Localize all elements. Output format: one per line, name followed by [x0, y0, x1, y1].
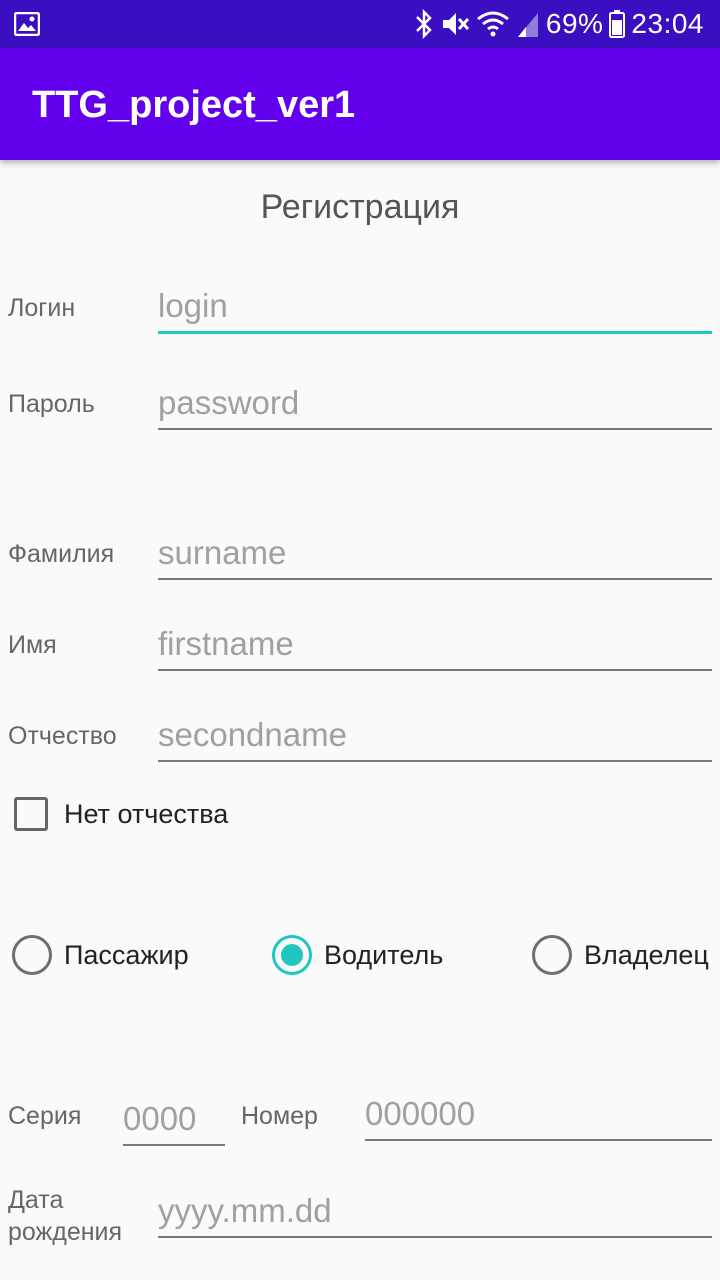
surname-placeholder: surname	[158, 534, 287, 571]
login-field[interactable]: login	[158, 284, 712, 334]
radio-passenger[interactable]: Пассажир	[12, 934, 189, 976]
mute-icon	[440, 9, 470, 39]
status-bar: 69% 23:04	[0, 0, 720, 48]
firstname-label: Имя	[8, 631, 57, 659]
series-field[interactable]: 0000	[123, 1096, 225, 1146]
series-label: Серия	[8, 1102, 82, 1130]
password-field[interactable]: password	[158, 380, 712, 430]
secondname-placeholder: secondname	[158, 716, 347, 753]
number-placeholder: 000000	[365, 1095, 476, 1132]
number-field[interactable]: 000000	[365, 1091, 712, 1141]
radio-passenger-label[interactable]: Пассажир	[64, 940, 189, 971]
radio-passenger-button[interactable]	[12, 935, 52, 975]
birthdate-field[interactable]: yyyy.mm.dd	[158, 1188, 712, 1238]
no-secondname-checkbox-row[interactable]: Нет отчества	[14, 794, 228, 834]
battery-percent: 69%	[545, 8, 604, 39]
birthdate-label-line1: Дата	[8, 1186, 64, 1214]
app-title: TTG_project_ver1	[32, 84, 356, 126]
page-title: Регистрация	[260, 188, 460, 226]
no-secondname-label[interactable]: Нет отчества	[64, 799, 228, 830]
radio-owner[interactable]: Владелец	[532, 934, 709, 976]
wifi-icon	[476, 9, 510, 39]
signal-icon	[516, 9, 540, 39]
birthdate-placeholder: yyyy.mm.dd	[158, 1192, 332, 1229]
radio-owner-label[interactable]: Владелец	[584, 940, 709, 971]
radio-owner-button[interactable]	[532, 935, 572, 975]
radio-driver-button[interactable]	[272, 935, 312, 975]
radio-driver[interactable]: Водитель	[272, 934, 443, 976]
firstname-placeholder: firstname	[158, 625, 294, 662]
firstname-field[interactable]: firstname	[158, 621, 712, 671]
password-placeholder: password	[158, 384, 300, 421]
password-label: Пароль	[8, 390, 95, 418]
app-bar: TTG_project_ver1	[0, 48, 720, 160]
secondname-field[interactable]: secondname	[158, 712, 712, 762]
secondname-label: Отчество	[8, 722, 117, 750]
surname-field[interactable]: surname	[158, 530, 712, 580]
no-secondname-checkbox[interactable]	[14, 797, 48, 831]
login-placeholder: login	[158, 287, 228, 324]
login-label: Логин	[8, 294, 76, 322]
series-placeholder: 0000	[123, 1100, 197, 1137]
radio-driver-label[interactable]: Водитель	[324, 940, 443, 971]
surname-label: Фамилия	[8, 540, 115, 568]
number-label: Номер	[241, 1102, 318, 1130]
bluetooth-icon	[414, 9, 434, 39]
clock: 23:04	[631, 8, 704, 39]
battery-icon	[609, 9, 626, 39]
gallery-icon	[14, 12, 40, 36]
birthdate-label-line2: рождения	[8, 1218, 123, 1246]
